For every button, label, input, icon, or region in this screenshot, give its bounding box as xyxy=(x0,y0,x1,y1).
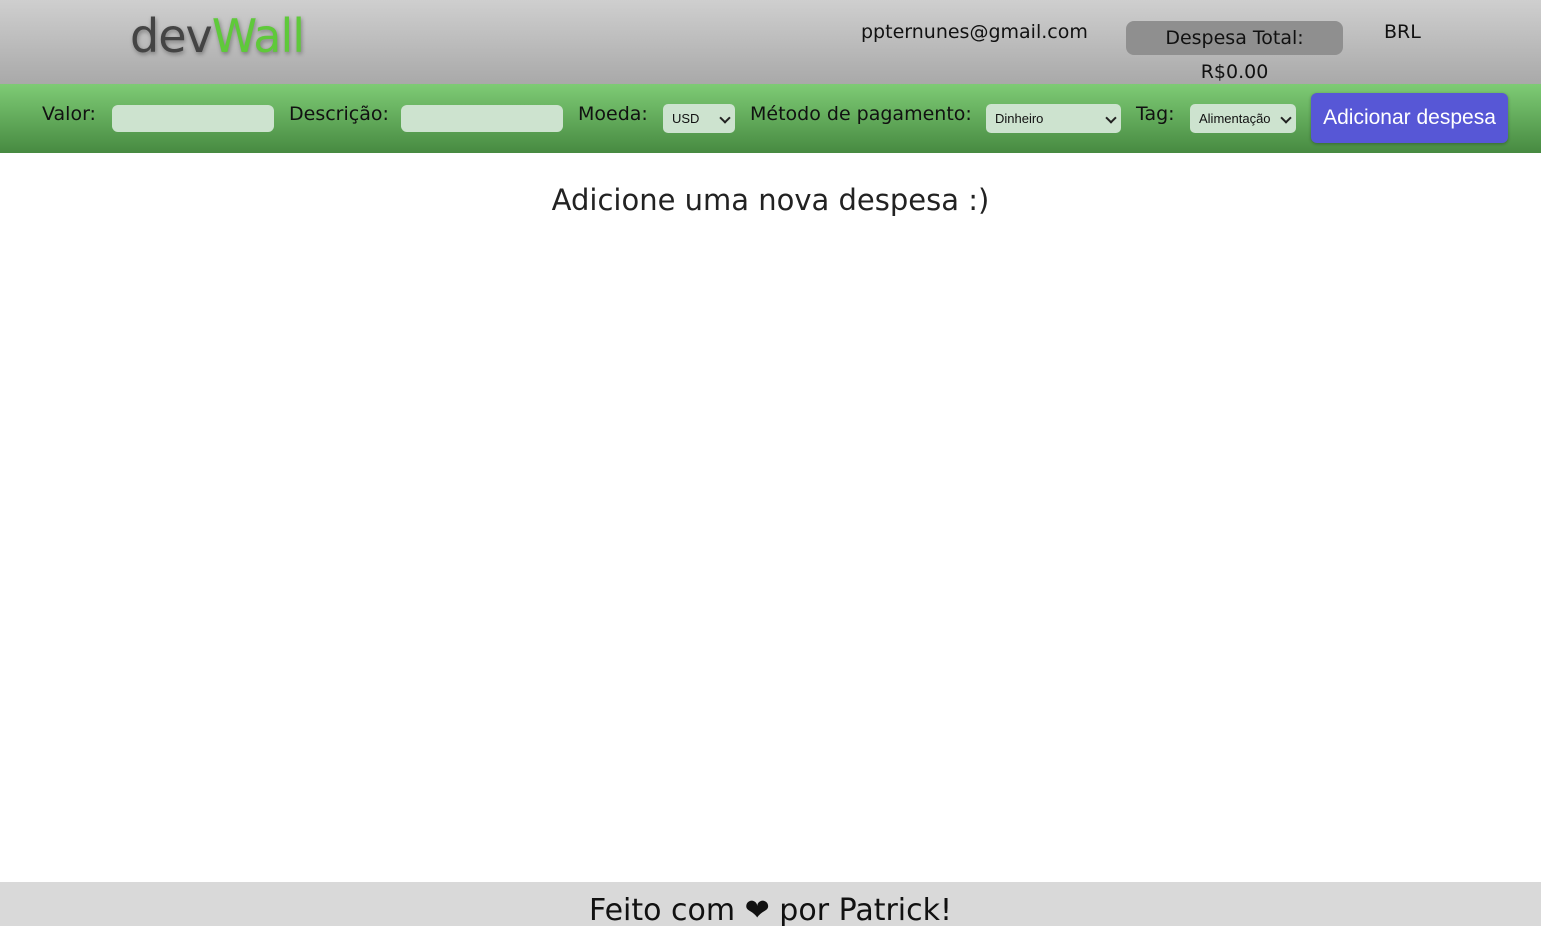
chevron-down-icon xyxy=(1105,112,1117,124)
currency-select-value: USD xyxy=(672,111,700,126)
chevron-down-icon xyxy=(1280,112,1292,124)
user-email: ppternunes@gmail.com xyxy=(861,21,1088,43)
value-input[interactable] xyxy=(112,105,274,132)
footer-credit: Feito com ❤ por Patrick! xyxy=(588,893,953,926)
payment-method-select[interactable]: Dinheiro xyxy=(986,104,1121,133)
currency-select[interactable]: USD xyxy=(663,104,735,133)
chevron-down-icon xyxy=(719,112,731,124)
logo-wall-text: Wall xyxy=(211,9,305,63)
app-header: devWall ppternunes@gmail.com Despesa Tot… xyxy=(0,0,1541,84)
expense-form: Valor: Descrição: Moeda: USD Método de p… xyxy=(0,84,1541,153)
logo-dev-text: dev xyxy=(130,9,213,63)
currency-label: Moeda: xyxy=(578,103,648,125)
total-expense-badge: Despesa Total: R$0.00 xyxy=(1126,21,1343,83)
tag-select[interactable]: Alimentação xyxy=(1190,104,1296,133)
tag-select-value: Alimentação xyxy=(1199,111,1271,126)
description-label: Descrição: xyxy=(289,103,389,125)
payment-method-label: Método de pagamento: xyxy=(750,103,972,125)
header-currency: BRL xyxy=(1384,21,1421,43)
payment-method-select-value: Dinheiro xyxy=(995,111,1044,126)
app-logo: devWall xyxy=(130,9,305,63)
description-input[interactable] xyxy=(401,105,563,132)
page-footer: Feito com ❤ por Patrick! xyxy=(0,882,1541,926)
add-expense-button[interactable]: Adicionar despesa xyxy=(1311,93,1508,143)
value-label: Valor: xyxy=(42,103,96,125)
empty-state-message: Adicione uma nova despesa :) xyxy=(551,183,990,217)
tag-label: Tag: xyxy=(1136,103,1175,125)
